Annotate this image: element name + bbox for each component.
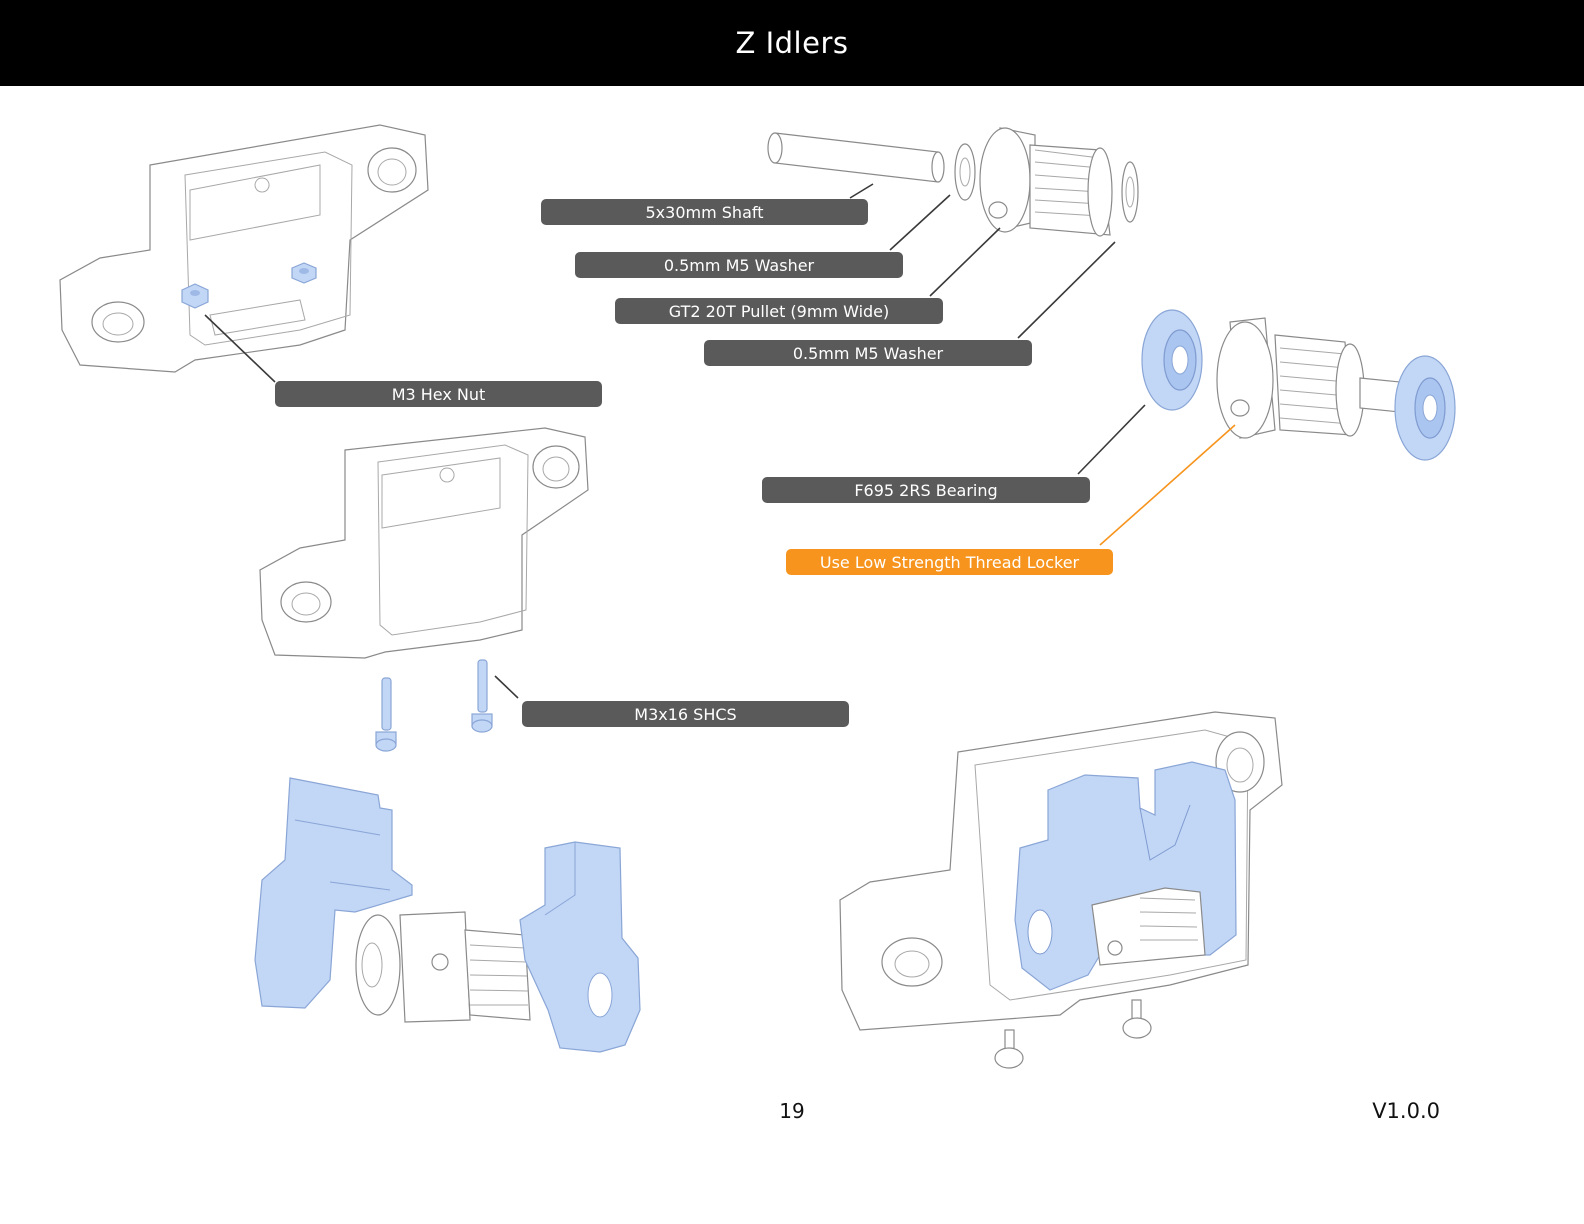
idler-arm-pulley [355, 911, 531, 1023]
label-bearing: F695 2RS Bearing [762, 477, 1090, 503]
idler-bracket-middle [259, 427, 589, 659]
hex-nut-right [291, 262, 317, 284]
pulley-part [979, 127, 1113, 237]
label-shaft: 5x30mm Shaft [541, 199, 868, 225]
assembled-idler [1141, 309, 1456, 461]
shcs-screw-left [375, 677, 397, 752]
label-thread-locker: Use Low Strength Thread Locker [786, 549, 1113, 575]
idler-bracket-top [59, 124, 429, 373]
shaft-part [767, 132, 945, 183]
shcs-screw-right [471, 659, 493, 733]
label-pulley: GT2 20T Pullet (9mm Wide) [615, 298, 943, 324]
washer-part-1 [954, 143, 976, 201]
final-assembly [839, 711, 1283, 1069]
label-screws: M3x16 SHCS [522, 701, 849, 727]
idler-arm-right [519, 841, 641, 1053]
assembly-illustration [59, 124, 1456, 1069]
label-washer-bottom: 0.5mm M5 Washer [704, 340, 1032, 366]
label-washer-top: 0.5mm M5 Washer [575, 252, 903, 278]
hex-nut-left [181, 283, 209, 309]
version-label: V1.0.0 [1372, 1099, 1440, 1123]
label-hex-nut: M3 Hex Nut [275, 381, 602, 407]
washer-part-2 [1121, 161, 1139, 223]
page-number: 19 [779, 1099, 805, 1123]
